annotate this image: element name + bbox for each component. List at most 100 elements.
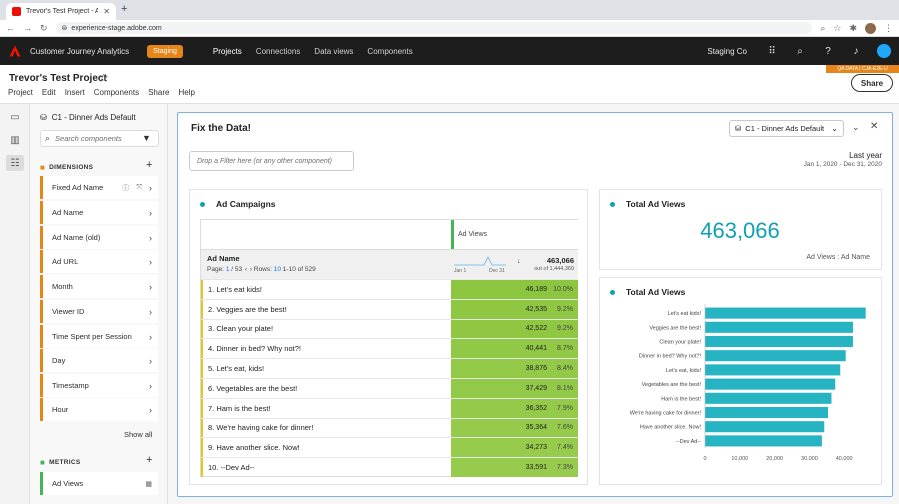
help-icon[interactable]: ? — [821, 46, 835, 57]
nav-components[interactable]: Components — [367, 47, 412, 56]
favorite-star-icon[interactable]: ☆ — [98, 71, 109, 85]
table-row[interactable]: 4. Dinner in bed? Why not?! 40,441 8.7% — [201, 338, 578, 359]
dimension-item-ad-name-old[interactable]: Ad Name (old) › — [40, 226, 158, 249]
dimensions-header[interactable]: ■ DIMENSIONS — [40, 163, 93, 172]
filter-drop-zone[interactable]: Drop a Filter here (or any other compone… — [189, 151, 354, 171]
close-panel-icon[interactable]: ✕ — [870, 121, 878, 132]
dimension-item-month[interactable]: Month › — [40, 275, 158, 298]
summary-title[interactable]: Total Ad Views — [626, 199, 685, 209]
chevron-right-icon[interactable]: › — [149, 208, 152, 218]
menu-help[interactable]: Help — [178, 88, 194, 97]
date-range-dates[interactable]: Jan 1, 2020 - Dec 31, 2020 — [758, 161, 882, 168]
add-metric-icon[interactable]: + — [146, 454, 152, 466]
row-metric-cell[interactable]: 33,591 7.3% — [451, 458, 578, 477]
new-tab-icon[interactable]: + — [121, 3, 127, 15]
search-icon[interactable]: ⌕ — [820, 23, 825, 34]
table-row[interactable]: 7. Ham is the best! 36,352 7.9% — [201, 397, 578, 418]
app-name[interactable]: Customer Journey Analytics — [30, 47, 129, 56]
nav-data-views[interactable]: Data views — [314, 47, 353, 56]
collapse-panel-icon[interactable]: ⌄ — [852, 122, 860, 133]
row-metric-cell[interactable]: 40,441 8.7% — [451, 339, 578, 359]
panels-icon[interactable]: ▭ — [6, 109, 24, 125]
dimension-item-fixed-ad-name[interactable]: Fixed Ad Name ⓘ ⤧ › — [40, 176, 158, 199]
dimension-item-time-spent-per-session[interactable]: Time Spent per Session › — [40, 325, 158, 348]
table-row[interactable]: 10. --Dev Ad-- 33,591 7.3% — [201, 457, 578, 477]
menu-share[interactable]: Share — [148, 88, 169, 97]
dataview-selector[interactable]: ⛁ C1 - Dinner Ads Default — [40, 113, 136, 122]
freeform-table-title[interactable]: Ad Campaigns — [216, 199, 276, 209]
add-dimension-icon[interactable]: + — [146, 159, 152, 171]
search-icon[interactable]: ⌕ — [793, 46, 807, 57]
chevron-right-icon[interactable]: › — [149, 257, 152, 267]
site-info-icon[interactable]: ⊜ — [62, 24, 68, 32]
dimension-item-day[interactable]: Day › — [40, 349, 158, 372]
row-label[interactable]: 1. Let's eat kids! — [201, 280, 451, 299]
dimension-item-timestamp[interactable]: Timestamp › — [40, 374, 158, 397]
nav-projects[interactable]: Projects — [213, 47, 242, 56]
url-field[interactable]: ⊜ experience-stage.adobe.com — [55, 22, 813, 34]
more-menu-icon[interactable]: ⋮ — [884, 23, 893, 34]
filter-funnel-icon[interactable]: ▼ — [142, 133, 151, 143]
row-metric-cell[interactable]: 38,876 8.4% — [451, 359, 578, 378]
row-label[interactable]: 3. Clean your plate! — [201, 319, 451, 339]
close-tab-icon[interactable]: ✕ — [103, 7, 110, 16]
metric-column-header[interactable]: Ad Views — [451, 220, 578, 249]
reload-icon[interactable]: ↻ — [40, 23, 48, 34]
table-row[interactable]: 5. Let's eat, kids! 38,876 8.4% — [201, 358, 578, 378]
components-icon[interactable]: ☷ — [6, 155, 24, 171]
row-metric-cell[interactable]: 35,364 7.6% — [451, 418, 578, 438]
table-row[interactable]: 8. We're having cake for dinner! 35,364 7.… — [201, 417, 578, 438]
panel-dataview-dropdown[interactable]: ⛁ C1 - Dinner Ads Default ⌄ — [729, 120, 844, 137]
browser-tab[interactable]: Trevor's Test Project - Analysis ✕ — [6, 3, 116, 20]
row-metric-cell[interactable]: 42,522 9.2% — [451, 319, 578, 339]
row-metric-cell[interactable]: 37,429 8.1% — [451, 379, 578, 398]
forward-icon[interactable]: → — [23, 23, 32, 33]
nav-connections[interactable]: Connections — [256, 47, 300, 56]
visualizations-icon[interactable]: ▥ — [6, 132, 24, 148]
dimension-item-viewer-id[interactable]: Viewer ID › — [40, 300, 158, 323]
chevron-right-icon[interactable]: › — [149, 332, 152, 342]
menu-components[interactable]: Components — [94, 88, 139, 97]
profile-avatar[interactable] — [865, 22, 876, 34]
org-switcher[interactable]: Staging Co — [707, 47, 747, 56]
metric-item-ad-views[interactable]: Ad Views ▦ — [40, 472, 158, 495]
next-page-icon[interactable]: › — [250, 266, 252, 273]
chevron-right-icon[interactable]: › — [149, 183, 152, 193]
table-row[interactable]: 2. Veggies are the best! 42,535 9.2% — [201, 298, 578, 319]
row-label[interactable]: 2. Veggies are the best! — [201, 299, 451, 319]
chevron-right-icon[interactable]: › — [149, 307, 152, 317]
dimension-column-header[interactable]: Ad Name Page: 1 / 53 ‹ › Rows: 10 1-10 o… — [201, 249, 451, 279]
menu-insert[interactable]: Insert — [65, 88, 85, 97]
row-label[interactable]: 9. Have another slice. Now! — [201, 438, 451, 458]
table-row[interactable]: 6. Vegetables are the best! 37,429 8.1% — [201, 378, 578, 398]
table-row[interactable]: 9. Have another slice. Now! 34,273 7.4% — [201, 437, 578, 458]
row-label[interactable]: 8. We're having cake for dinner! — [201, 418, 451, 438]
back-icon[interactable]: ← — [6, 23, 15, 33]
chevron-right-icon[interactable]: › — [149, 381, 152, 391]
row-metric-cell[interactable]: 36,352 7.9% — [451, 398, 578, 418]
row-label[interactable]: 4. Dinner in bed? Why not?! — [201, 339, 451, 359]
prev-page-icon[interactable]: ‹ — [245, 266, 247, 273]
panel-title[interactable]: Fix the Data! — [191, 123, 251, 134]
dimension-item-ad-name[interactable]: Ad Name › — [40, 201, 158, 224]
table-row[interactable]: 3. Clean your plate! 42,522 9.2% — [201, 318, 578, 339]
breakdown-icon[interactable]: ⤧ — [136, 184, 142, 192]
user-avatar[interactable] — [877, 44, 891, 58]
table-row[interactable]: 1. Let's eat kids! 46,189 10.0% — [201, 279, 578, 299]
row-metric-cell[interactable]: 34,273 7.4% — [451, 438, 578, 458]
row-metric-cell[interactable]: 46,189 10.0% — [451, 280, 578, 299]
chevron-right-icon[interactable]: › — [149, 356, 152, 366]
show-all-dimensions-link[interactable]: Show all — [124, 430, 152, 439]
extensions-icon[interactable]: ✱ — [849, 23, 857, 34]
row-label[interactable]: 6. Vegetables are the best! — [201, 379, 451, 398]
project-title[interactable]: Trevor's Test Project — [9, 73, 107, 84]
notifications-bell-icon[interactable]: ♪ — [849, 46, 863, 57]
rows-per-page-select[interactable]: 10 — [274, 266, 281, 273]
adobe-logo-icon[interactable] — [0, 45, 30, 57]
page-number-input[interactable]: 1 — [226, 266, 230, 273]
row-label[interactable]: 10. --Dev Ad-- — [201, 458, 451, 477]
chevron-right-icon[interactable]: › — [149, 282, 152, 292]
date-range-label[interactable]: Last year — [798, 151, 882, 160]
metrics-header[interactable]: ■ METRICS — [40, 458, 81, 467]
menu-project[interactable]: Project — [8, 88, 33, 97]
